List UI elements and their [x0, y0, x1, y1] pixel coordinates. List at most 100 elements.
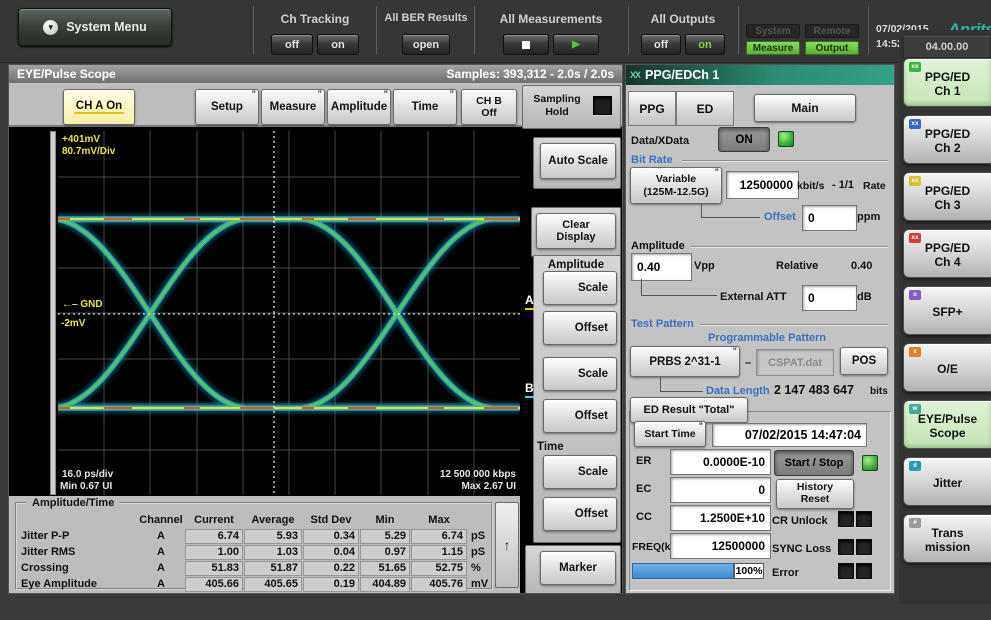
auto-scale-button[interactable]: Auto Scale: [540, 143, 616, 179]
voltage-div-label: 80.7mV/Div: [62, 146, 115, 157]
screen: ▼ System Menu Ch Tracking off on All BER…: [0, 0, 991, 620]
scope-title: EYE/Pulse Scope: [17, 67, 116, 81]
sidebar-item-transmission[interactable]: # Transmission: [903, 514, 991, 563]
sidebar-item-sfp[interactable]: o SFP+: [903, 286, 991, 335]
offset-input[interactable]: 0: [802, 205, 857, 231]
ber-results-label: All BER Results: [379, 12, 473, 24]
function-sidebar: 04.00.00 xx PPG/EDCh 1 xx PPG/EDCh 2 xx …: [899, 30, 991, 604]
bit-rate-ratio: - 1/1: [832, 179, 854, 191]
outputs-off-button[interactable]: off: [641, 34, 681, 55]
channel-a-marker: A: [525, 293, 534, 310]
time-button[interactable]: Time: [393, 89, 457, 125]
eye-diagram: +401mV 80.7mV/Div ←– GND -2mV 16.0 ps/di…: [58, 131, 520, 495]
bit-rate-variable-button[interactable]: Variable(125M-12.5G): [630, 167, 722, 204]
measure-button[interactable]: Measure: [261, 89, 325, 125]
amplitude-offset-b-button[interactable]: Offset: [543, 399, 617, 433]
data-length-unit: bits: [870, 386, 888, 397]
col-min: Min: [360, 514, 410, 526]
amplitude-input[interactable]: 0.40: [631, 253, 692, 281]
amplitude-scale-a-button[interactable]: Scale: [543, 271, 617, 305]
start-time-button[interactable]: Start Time: [634, 421, 706, 447]
sidebar-item-ppg-ed-ch4[interactable]: xx PPG/EDCh 4: [903, 229, 991, 278]
bitrate-label: 12 500 000 kbps: [440, 469, 516, 480]
time-offset-button[interactable]: Offset: [543, 497, 617, 531]
ch-tracking-on-button[interactable]: on: [317, 34, 359, 55]
amplitude-rule: [690, 246, 888, 248]
cc-label: CC: [636, 511, 652, 523]
time-scale-button[interactable]: Scale: [543, 455, 617, 489]
measurements-start-button[interactable]: ▶: [553, 34, 599, 55]
tab-ed[interactable]: ED: [676, 91, 734, 126]
bit-rate-input[interactable]: 12500000: [726, 171, 799, 199]
ch-tracking-group: Ch Tracking off on: [256, 0, 374, 62]
offset-label: Offset: [764, 211, 796, 223]
ext-att-label: External ATT: [720, 291, 787, 303]
ber-results-group: All BER Results open: [379, 0, 473, 62]
tab-ppg[interactable]: PPG: [628, 91, 676, 126]
divider: [868, 6, 869, 54]
voltage-top-label: +401mV: [62, 134, 100, 145]
sidebar-item-eye-pulse-scope[interactable]: w EYE/PulseScope: [903, 400, 991, 449]
outputs-on-button[interactable]: on: [685, 34, 725, 55]
prbs-pattern-button[interactable]: PRBS 2^31-1: [630, 346, 740, 377]
row-label: Jitter RMS: [21, 546, 137, 558]
amplitude-offset-a-button[interactable]: Offset: [543, 311, 617, 345]
setup-button[interactable]: Setup: [195, 89, 259, 125]
system-menu-button[interactable]: ▼ System Menu: [18, 8, 172, 46]
cc-value: 1.2500E+10: [670, 505, 771, 531]
ed-result-total-button[interactable]: ED Result "Total": [630, 397, 748, 423]
er-label: ER: [636, 455, 651, 467]
row-label: Crossing: [21, 562, 137, 574]
eye-pulse-scope-panel: EYE/Pulse Scope Samples: 393,312 - 2.0s …: [8, 64, 623, 594]
marker-button[interactable]: Marker: [540, 551, 616, 585]
sampling-hold-checkbox[interactable]: [593, 96, 612, 115]
sidebar-item-jitter[interactable]: ıl Jitter: [903, 457, 991, 506]
ch-a-on-button[interactable]: CH A On: [63, 89, 135, 125]
sidebar-item-ppg-ed-ch1[interactable]: xx PPG/EDCh 1: [903, 58, 991, 107]
main-button[interactable]: Main: [754, 94, 856, 122]
bit-rate-label: Bit Rate: [631, 154, 673, 166]
pos-button[interactable]: POS: [840, 347, 888, 375]
top-bar: ▼ System Menu Ch Tracking off on All BER…: [0, 0, 991, 63]
ppg-title: PPG/EDCh 1: [645, 68, 719, 82]
amplitude-section-label: Amplitude: [533, 259, 619, 271]
ber-results-open-button[interactable]: open: [402, 34, 450, 55]
data-length-value: 2 147 483 647: [774, 383, 854, 397]
scope-samples: Samples: 393,312 - 2.0s / 2.0s: [447, 67, 614, 81]
clear-display-button[interactable]: Clear Display: [536, 213, 616, 249]
ch-tracking-off-button[interactable]: off: [271, 34, 313, 55]
row-label: Jitter P-P: [21, 530, 137, 542]
amplitude-scale-b-button[interactable]: Scale: [543, 357, 617, 391]
ch-b-off-button[interactable]: CH B Off: [461, 89, 517, 125]
data-length-label: Data Length: [706, 385, 770, 397]
outputs-group: All Outputs off on: [631, 0, 735, 62]
error-indicator-2: [856, 563, 872, 579]
firmware-version: 04.00.00: [903, 36, 991, 58]
ext-att-input[interactable]: 0: [802, 285, 857, 311]
measurements-stop-button[interactable]: [503, 34, 549, 55]
bit-rate-rate-label: Rate: [863, 180, 886, 192]
offset-connector: [701, 204, 760, 218]
start-stop-button[interactable]: Start / Stop: [774, 450, 854, 476]
amplitude-button[interactable]: Amplitude: [327, 89, 391, 125]
col-max: Max: [411, 514, 467, 526]
col-average: Average: [244, 514, 302, 526]
history-reset-button[interactable]: HistoryReset: [776, 479, 854, 509]
play-icon: ▶: [572, 40, 580, 50]
col-channel: Channel: [138, 514, 184, 526]
sidebar-item-ppg-ed-ch3[interactable]: xx PPG/EDCh 3: [903, 172, 991, 221]
freq-value: 12500000: [670, 533, 771, 559]
scope-title-bar: EYE/Pulse Scope Samples: 393,312 - 2.0s …: [9, 65, 622, 83]
row-label: Eye Amplitude: [21, 578, 137, 590]
chevron-down-icon: ▼: [43, 20, 58, 35]
sidebar-item-ppg-ed-ch2[interactable]: xx PPG/EDCh 2: [903, 115, 991, 164]
sidebar-item-oe[interactable]: x O/E: [903, 343, 991, 392]
data-xdata-on-button[interactable]: ON: [718, 127, 770, 152]
ext-att-unit: dB: [857, 291, 872, 303]
table-scroll-up-button[interactable]: ↑: [495, 502, 519, 588]
time-section-label: Time: [533, 441, 597, 453]
status-measure: Measure: [746, 41, 800, 55]
ch-tracking-label: Ch Tracking: [256, 12, 374, 26]
bit-rate-unit: kbit/s: [797, 180, 824, 192]
channel-badge-icon: XX: [630, 70, 640, 80]
